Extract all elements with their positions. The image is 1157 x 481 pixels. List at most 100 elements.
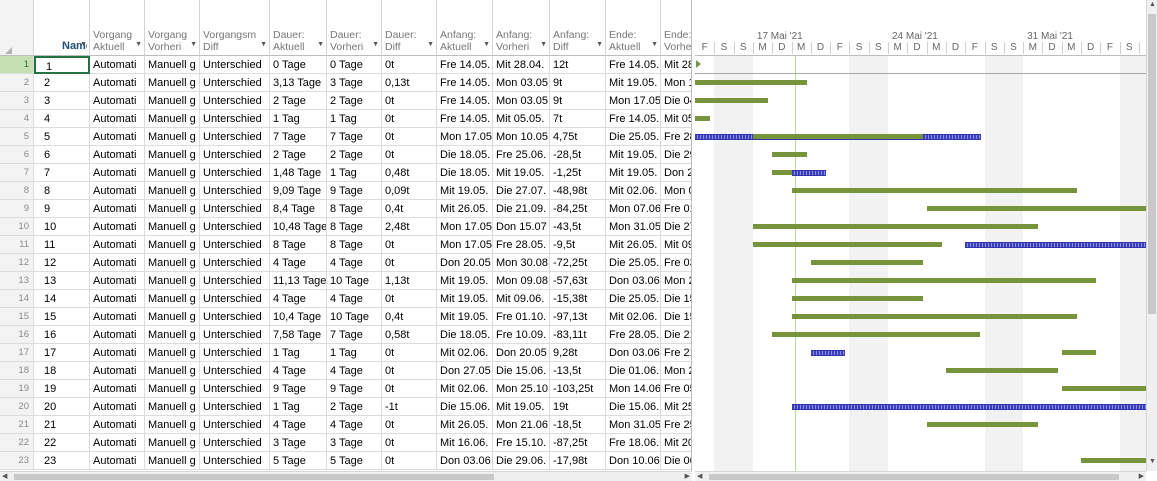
cell-c1[interactable]: Automati (90, 308, 145, 326)
task-bar[interactable] (752, 134, 923, 139)
column-header-c1[interactable]: Vorgang Aktuell ▼ (90, 0, 145, 56)
filter-dropdown-icon[interactable]: ▼ (190, 41, 197, 48)
cell-name[interactable]: 3 (34, 92, 90, 110)
cell-c11[interactable]: Mon 2 (661, 362, 691, 380)
cell-c3[interactable]: Unterschied (200, 380, 270, 398)
cell-c4[interactable]: 8 Tage (270, 236, 327, 254)
cell-c5[interactable]: 1 Tag (327, 344, 382, 362)
table-row[interactable]: 6 6 Automati Manuell g Unterschied 2 Tage 2 Ta… (0, 146, 691, 164)
task-bar[interactable] (752, 242, 942, 247)
cell-name[interactable]: 10 (34, 218, 90, 236)
cell-c3[interactable]: Unterschied (200, 344, 270, 362)
task-bar[interactable] (772, 332, 981, 337)
cell-c5[interactable]: 7 Tage (327, 128, 382, 146)
cell-c1[interactable]: Automati (90, 380, 145, 398)
task-bar[interactable] (945, 368, 1058, 373)
cell-c7[interactable]: Don 20.05 (437, 254, 493, 272)
cell-c11[interactable]: Mit 05 (661, 110, 691, 128)
cell-c2[interactable]: Manuell g (145, 182, 200, 200)
cell-c9[interactable]: -87,25t (550, 434, 606, 452)
cell-c2[interactable]: Manuell g (145, 164, 200, 182)
filter-dropdown-icon[interactable]: ▼ (540, 41, 547, 48)
cell-c11[interactable]: Mit 25 (661, 398, 691, 416)
cell-name[interactable]: 17 (34, 344, 90, 362)
cell-c4[interactable]: 4 Tage (270, 362, 327, 380)
cell-c4[interactable]: 3,13 Tage (270, 74, 327, 92)
cell-c9[interactable]: 9t (550, 92, 606, 110)
column-header-c9[interactable]: Anfang: Diff ▼ (550, 0, 606, 56)
cell-c5[interactable]: 3 Tage (327, 434, 382, 452)
cell-c6[interactable]: 0t (382, 146, 437, 164)
column-header-c2[interactable]: Vorgang Vorheri ▼ (145, 0, 200, 56)
cell-c10[interactable]: Fre 18.06. (606, 434, 661, 452)
cell-c9[interactable]: -18,5t (550, 416, 606, 434)
cell-c4[interactable]: 11,13 Tage (270, 272, 327, 290)
cell-c5[interactable]: 10 Tage (327, 272, 382, 290)
cell-c6[interactable]: 0t (382, 434, 437, 452)
baseline-bar[interactable] (791, 404, 1146, 410)
cell-c6[interactable]: 0t (382, 344, 437, 362)
cell-c7[interactable]: Mit 19.05. (437, 308, 493, 326)
table-row[interactable]: 1 1 Automati Manuell g Unterschied 0 Tage 0 Ta… (0, 56, 691, 74)
cell-c7[interactable]: Fre 14.05. (437, 92, 493, 110)
cell-c1[interactable]: Automati (90, 56, 145, 74)
table-row[interactable]: 9 9 Automati Manuell g Unterschied 8,4 Tage 8 … (0, 200, 691, 218)
cell-c10[interactable]: Mit 19.05. (606, 164, 661, 182)
filter-dropdown-icon[interactable]: ▼ (80, 41, 87, 48)
cell-c11[interactable]: Die 27 (661, 218, 691, 236)
row-number[interactable]: 8 (0, 182, 34, 200)
cell-c2[interactable]: Manuell g (145, 308, 200, 326)
cell-c6[interactable]: 1,13t (382, 272, 437, 290)
task-bar[interactable] (791, 296, 923, 301)
cell-c10[interactable]: Die 01.06. (606, 362, 661, 380)
cell-name[interactable]: 18 (34, 362, 90, 380)
cell-c9[interactable]: -48,98t (550, 182, 606, 200)
cell-c11[interactable]: Mit 20 (661, 434, 691, 452)
cell-c6[interactable]: 0t (382, 110, 437, 128)
cell-c8[interactable]: Mon 09.08 (493, 272, 550, 290)
task-bar[interactable] (791, 278, 1097, 283)
cell-name[interactable]: 20 (34, 398, 90, 416)
cell-c3[interactable]: Unterschied (200, 416, 270, 434)
cell-c1[interactable]: Automati (90, 416, 145, 434)
cell-c6[interactable]: 0,58t (382, 326, 437, 344)
cell-c11[interactable]: Mon 1 (661, 74, 691, 92)
scroll-left-icon[interactable]: ◀ (2, 472, 7, 480)
table-row[interactable]: 17 17 Automati Manuell g Unterschied 1 Tag 1 T… (0, 344, 691, 362)
cell-c3[interactable]: Unterschied (200, 164, 270, 182)
cell-c9[interactable]: 19t (550, 398, 606, 416)
column-header-c11[interactable]: Ende:Vorheri (661, 0, 691, 56)
cell-c11[interactable]: Mon 0 (661, 182, 691, 200)
cell-c2[interactable]: Manuell g (145, 110, 200, 128)
cell-c3[interactable]: Unterschied (200, 92, 270, 110)
cell-c4[interactable]: 10,48 Tage (270, 218, 327, 236)
table-row[interactable]: 16 16 Automati Manuell g Unterschied 7,58 Tag… (0, 326, 691, 344)
cell-c6[interactable]: 0,48t (382, 164, 437, 182)
cell-c2[interactable]: Manuell g (145, 290, 200, 308)
row-number[interactable]: 3 (0, 92, 34, 110)
cell-c9[interactable]: -83,11t (550, 326, 606, 344)
cell-c2[interactable]: Manuell g (145, 200, 200, 218)
cell-c1[interactable]: Automati (90, 344, 145, 362)
cell-c6[interactable]: 0t (382, 254, 437, 272)
cell-c1[interactable]: Automati (90, 434, 145, 452)
cell-c9[interactable]: -13,5t (550, 362, 606, 380)
cell-c11[interactable]: Die 29 (661, 146, 691, 164)
cell-c6[interactable]: 0t (382, 416, 437, 434)
cell-c1[interactable]: Automati (90, 182, 145, 200)
cell-c9[interactable]: -103,25t (550, 380, 606, 398)
cell-c10[interactable]: Don 10.06 (606, 452, 661, 470)
cell-c3[interactable]: Unterschied (200, 74, 270, 92)
cell-c9[interactable]: -17,98t (550, 452, 606, 470)
cell-c8[interactable]: Mon 21.06 (493, 416, 550, 434)
cell-c3[interactable]: Unterschied (200, 326, 270, 344)
cell-c2[interactable]: Manuell g (145, 128, 200, 146)
cell-c2[interactable]: Manuell g (145, 362, 200, 380)
cell-c3[interactable]: Unterschied (200, 182, 270, 200)
cell-c8[interactable]: Mit 19.05. (493, 398, 550, 416)
cell-name[interactable]: 15 (34, 308, 90, 326)
task-bar[interactable] (926, 422, 1039, 427)
cell-c2[interactable]: Manuell g (145, 56, 200, 74)
row-number[interactable]: 12 (0, 254, 34, 272)
cell-c9[interactable]: -57,63t (550, 272, 606, 290)
